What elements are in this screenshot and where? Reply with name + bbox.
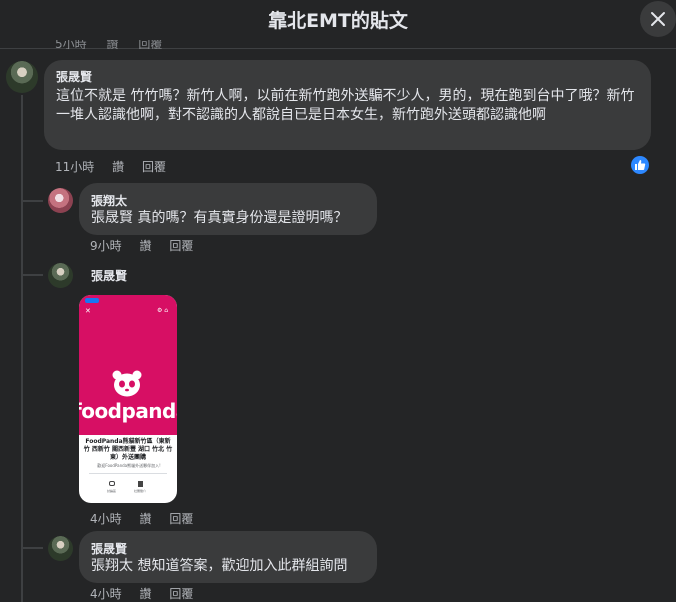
like-link[interactable]: 讚: [106, 40, 118, 49]
like-link[interactable]: 讚: [139, 512, 151, 526]
reply-link[interactable]: 回覆: [142, 160, 166, 174]
info-icon: [138, 481, 143, 487]
reply-actions: 4小時 讚 回覆: [90, 585, 207, 602]
reply-link[interactable]: 回覆: [138, 40, 162, 49]
reaction-badge[interactable]: [631, 156, 649, 174]
tab-label: 社團簡介: [134, 489, 147, 493]
chat-icon: [109, 481, 115, 486]
reply-author[interactable]: 張晟賢: [91, 540, 365, 557]
app-header-banner: ✕ ⚙ ⌂ foodpanda: [79, 295, 177, 435]
brand-wordmark: foodpanda: [79, 399, 177, 423]
avatar[interactable]: [6, 61, 38, 93]
comment-time[interactable]: 11小時: [55, 160, 94, 174]
reply-time[interactable]: 4小時: [90, 512, 122, 526]
like-link[interactable]: 讚: [139, 587, 151, 601]
like-icon: [635, 160, 646, 170]
close-icon: ✕: [85, 307, 91, 315]
previous-comment-meta: 5小時 讚 回覆: [55, 40, 178, 49]
reply-time[interactable]: 4小時: [90, 587, 122, 601]
thread-line: [21, 95, 23, 602]
tab-label: 討論區: [107, 489, 117, 493]
reply-author[interactable]: 張翔太: [91, 192, 365, 209]
thread-connector: [21, 200, 43, 202]
close-icon: [651, 12, 665, 26]
reply-link[interactable]: 回覆: [169, 512, 193, 526]
reply-text: 張晟賢 真的嗎？有真實身份還是證明嗎？: [91, 210, 348, 226]
reply-author[interactable]: 張晟賢: [91, 267, 127, 284]
group-title: FoodPanda熊貓新竹區（東新竹 西新竹 關西新豐 湖口 竹北 竹東）外送團…: [83, 438, 173, 461]
reply-actions: 9小時 讚 回覆: [90, 237, 207, 254]
thread-connector: [21, 274, 43, 276]
reply-bubble: 張翔太 張晟賢 真的嗎？有真實身份還是證明嗎？: [79, 183, 377, 235]
options-icon: ⚙ ⌂: [157, 307, 169, 314]
reply-link[interactable]: 回覆: [169, 239, 193, 253]
reply-actions: 4小時 讚 回覆: [90, 510, 207, 527]
reply-link[interactable]: 回覆: [169, 587, 193, 601]
post-title: 靠北EMT的貼文: [268, 10, 408, 32]
reply-text: 張翔太 想知道答案，歡迎加入此群組詢問: [91, 558, 348, 574]
comment-actions: 11小時 讚 回覆: [55, 158, 180, 175]
thread-connector: [21, 547, 43, 549]
attached-screenshot[interactable]: ✕ ⚙ ⌂ foodpanda FoodPanda熊貓新竹區（東新竹 西新竹 關…: [79, 295, 177, 503]
avatar[interactable]: [48, 188, 73, 213]
comment-text: 這位不就是 竹竹嗎？新竹人啊，以前在新竹跑外送騙不少人，男的，現在跑到台中了哦？…: [56, 88, 635, 123]
reply-bubble: 張晟賢 張翔太 想知道答案，歡迎加入此群組詢問: [79, 531, 377, 583]
status-pill: [85, 298, 99, 303]
group-subtitle: 歡迎FoodPanda熊貓外送夥伴加入!: [97, 463, 161, 468]
reply-time[interactable]: 9小時: [90, 239, 122, 253]
divider: [89, 473, 167, 474]
panda-logo-icon: [112, 370, 142, 397]
avatar[interactable]: [48, 536, 73, 561]
like-link[interactable]: 讚: [112, 160, 124, 174]
comment-time: 5小時: [55, 40, 87, 49]
avatar[interactable]: [48, 263, 73, 288]
comment-bubble: 張晟賢 這位不就是 竹竹嗎？新竹人啊，以前在新竹跑外送騙不少人，男的，現在跑到台…: [44, 60, 651, 150]
comment-author[interactable]: 張晟賢: [56, 68, 639, 85]
close-button[interactable]: [640, 1, 676, 37]
like-link[interactable]: 讚: [139, 239, 151, 253]
